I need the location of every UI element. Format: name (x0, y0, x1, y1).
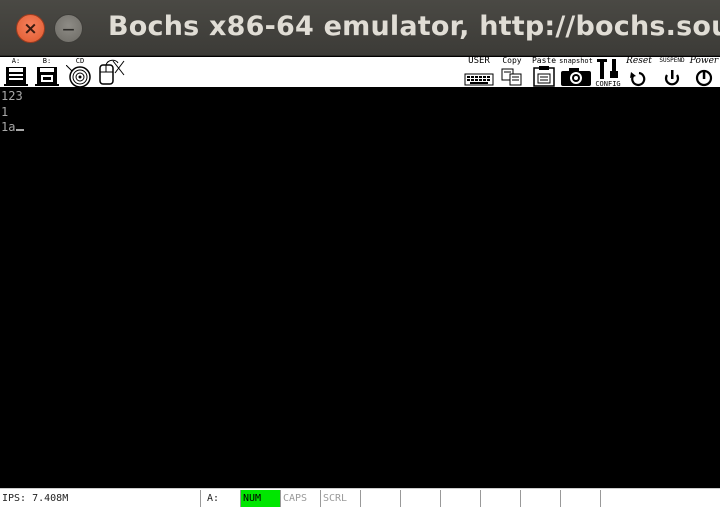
snapshot-button[interactable]: snapshot (558, 57, 594, 87)
paste-label: Paste (531, 56, 557, 65)
paste-icon (533, 66, 555, 87)
emulator-screen[interactable]: 123 1 1a (0, 88, 720, 488)
status-bar: IPS: 7.408M A: NUM CAPS SCRL (0, 488, 720, 511)
floppy-b-icon (35, 67, 59, 86)
copy-icon (501, 68, 522, 86)
power-icon (695, 69, 713, 87)
console-line-current: 1a (1, 120, 720, 136)
copy-button[interactable]: Copy (499, 57, 525, 87)
floppy-b-label: B: (42, 57, 52, 65)
close-icon: × (23, 18, 38, 39)
window-title: Bochs x86-64 emulator, http://bochs.sour… (108, 11, 720, 42)
drive-indicator: A: (200, 490, 240, 507)
camera-icon (561, 68, 591, 86)
copy-label: Copy (502, 56, 522, 65)
status-slot (440, 490, 480, 507)
status-slot (400, 490, 440, 507)
status-slot (560, 490, 600, 507)
floppy-a-label: A: (11, 57, 21, 65)
num-lock-indicator: NUM (240, 490, 280, 507)
close-button[interactable]: × (16, 14, 45, 43)
suspend-button[interactable]: SUSPEND (656, 57, 688, 87)
mouse-capture-button[interactable] (96, 57, 128, 87)
status-slot (360, 490, 400, 507)
console-line: 1 (1, 104, 9, 119)
keyboard-icon (464, 73, 494, 86)
reset-label: Reset (626, 56, 652, 66)
user-label: USER (468, 56, 490, 66)
snapshot-label: snapshot (559, 57, 593, 65)
cdrom-label: CD (75, 57, 85, 65)
floppy-b-button[interactable]: B: (34, 57, 60, 87)
scroll-lock-indicator: SCRL (320, 490, 360, 507)
minimize-button[interactable]: — (54, 14, 83, 43)
config-label: CONFIG (595, 80, 621, 88)
status-slot (520, 490, 560, 507)
bochs-toolbar: A: B: CD USER Copy Paste snapshot CONFIG… (0, 57, 720, 88)
suspend-icon (664, 70, 680, 86)
power-button[interactable]: Power (688, 57, 720, 87)
console-line-text: 1a (1, 120, 16, 134)
text-cursor (16, 129, 25, 131)
power-label: Power (689, 56, 719, 66)
window-titlebar: × — Bochs x86-64 emulator, http://bochs.… (0, 0, 720, 56)
status-slot (480, 490, 520, 507)
caps-lock-indicator: CAPS (280, 490, 320, 507)
minimize-icon: — (62, 21, 75, 36)
reset-button[interactable]: Reset (624, 57, 654, 87)
tools-icon (597, 59, 618, 79)
floppy-a-button[interactable]: A: (3, 57, 29, 87)
status-slot (600, 490, 720, 507)
cdrom-icon (66, 65, 91, 87)
floppy-a-icon (4, 67, 28, 86)
ips-indicator: IPS: 7.408M (2, 493, 69, 504)
user-button[interactable]: USER (463, 57, 495, 87)
mouse-icon (99, 59, 125, 85)
reset-icon (630, 71, 646, 87)
cdrom-button[interactable]: CD (66, 57, 94, 87)
config-button[interactable]: CONFIG (594, 57, 622, 88)
paste-button[interactable]: Paste (531, 57, 557, 87)
suspend-label: SUSPEND (659, 57, 685, 64)
console-line: 123 (1, 89, 23, 103)
